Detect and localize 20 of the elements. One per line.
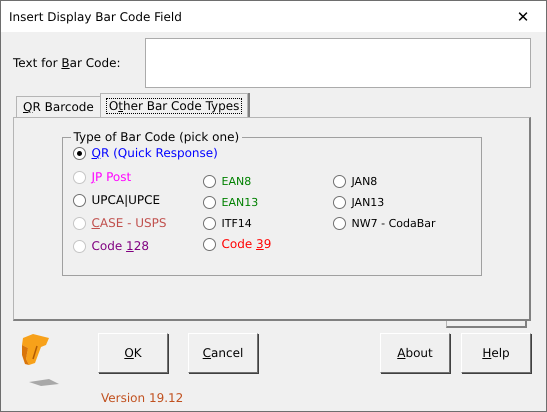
window-title: Insert Display Bar Code Field xyxy=(9,10,182,24)
radio-option[interactable]: EAN13 xyxy=(202,193,332,211)
radio-option[interactable]: EAN8 xyxy=(202,172,332,190)
tab[interactable]: Other Bar Code Types xyxy=(100,93,248,117)
radio-option[interactable]: Code 39 xyxy=(202,235,332,253)
version-label: Version 19.12 xyxy=(101,391,184,405)
dialog-button[interactable]: About xyxy=(380,333,450,373)
radio-option[interactable]: JAN13 xyxy=(332,193,472,211)
tab[interactable]: QR Barcode xyxy=(16,96,101,117)
radio-option[interactable]: ITF14 xyxy=(202,214,332,232)
group-title: Type of Bar Code (pick one) xyxy=(72,130,240,144)
field-label: Text for Bar Code: xyxy=(13,56,121,70)
dialog-button[interactable]: OK xyxy=(98,333,168,373)
barcode-text-field[interactable] xyxy=(145,38,531,88)
dialog-button[interactable]: Help xyxy=(461,333,531,373)
radio-option[interactable]: QR (Quick Response) xyxy=(72,144,472,162)
radio-option[interactable]: UPCA|UPCE xyxy=(72,191,202,209)
dialog-button[interactable]: Cancel xyxy=(188,333,258,373)
radio-option[interactable]: JAN8 xyxy=(332,172,472,190)
radio-option[interactable]: NW7 - CodaBar xyxy=(332,214,472,232)
